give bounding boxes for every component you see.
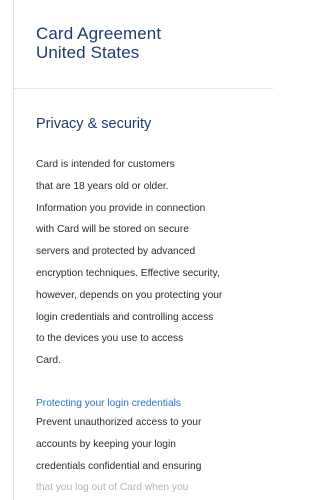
paragraph-line: accounts by keeping your login bbox=[36, 438, 176, 450]
paragraph-line: credentials confidential and ensuring bbox=[36, 460, 202, 472]
paragraph-line: however, depends on you protecting your bbox=[36, 289, 223, 301]
protecting-paragraph: Prevent unauthorized access to your acco… bbox=[36, 412, 262, 499]
paragraph-line: Card is intended for customers bbox=[36, 159, 175, 170]
paragraph-line: Card. bbox=[36, 355, 61, 367]
page-title-line-1: Card Agreement bbox=[36, 24, 162, 43]
privacy-section-heading: Privacy & security bbox=[36, 116, 152, 132]
paragraph-line: login credentials and controlling access bbox=[36, 311, 214, 323]
agreement-panel: Card Agreement United States Privacy & s… bbox=[13, 0, 273, 500]
paragraph-line: encryption techniques. Effective securit… bbox=[36, 267, 220, 279]
paragraph-line: to the devices you use to access bbox=[36, 333, 184, 345]
paragraph-line: servers and protected by advanced bbox=[36, 246, 196, 258]
privacy-paragraph: Card is intended for customers that are … bbox=[36, 154, 262, 372]
paragraph-line: Prevent unauthorized access to your bbox=[36, 417, 202, 428]
protecting-credentials-link[interactable]: Protecting your login credentials bbox=[36, 398, 181, 409]
paragraph-line: that you log out of Card when you bbox=[36, 482, 189, 494]
paragraph-line: with Card will be stored on secure bbox=[36, 224, 189, 236]
paragraph-line: that are 18 years old or older. bbox=[36, 180, 169, 192]
page-header: Card Agreement United States bbox=[14, 0, 273, 62]
page-title-line-2: United States bbox=[36, 43, 140, 62]
header-divider bbox=[14, 88, 273, 89]
paragraph-line: Information you provide in connection bbox=[36, 202, 206, 214]
